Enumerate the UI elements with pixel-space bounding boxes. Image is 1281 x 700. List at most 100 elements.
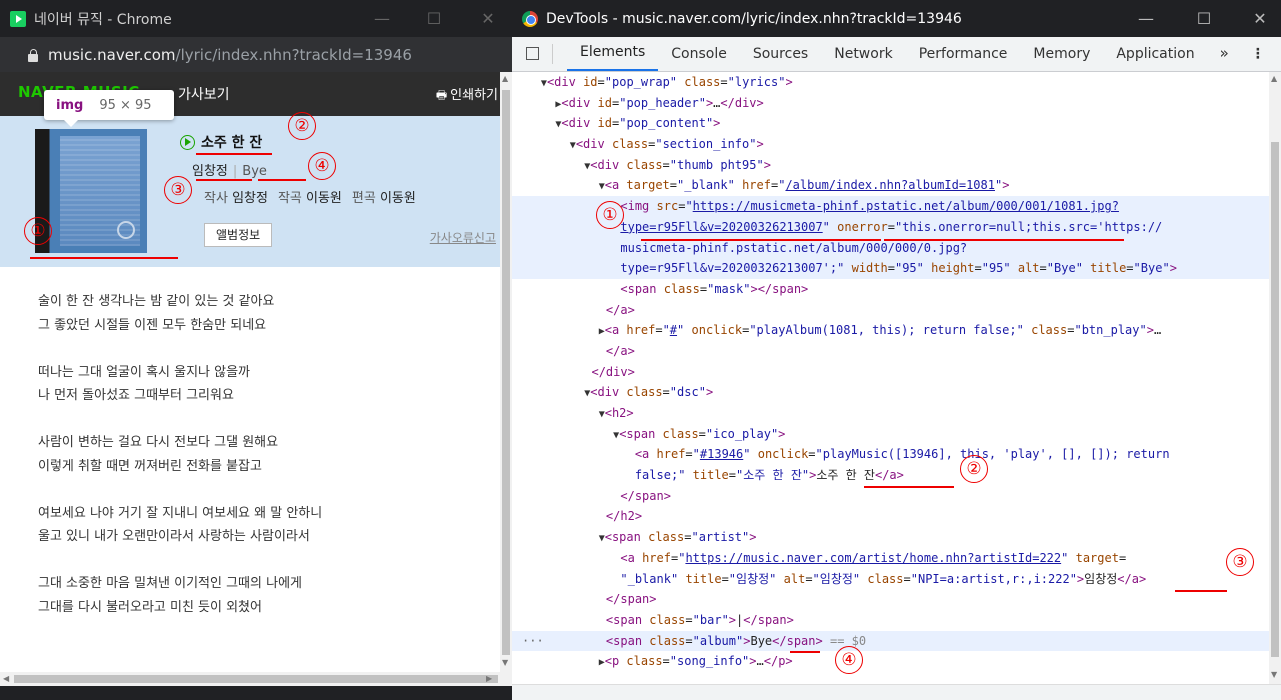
lyrics-view-title: 가사보기 bbox=[178, 87, 230, 103]
print-label: 인쇄하기 bbox=[450, 88, 498, 103]
close-icon[interactable]: ✕ bbox=[464, 0, 512, 37]
minimize-icon[interactable]: — bbox=[1122, 0, 1170, 37]
address-bar[interactable]: music.naver.com/lyric/index.nhn?trackId=… bbox=[0, 37, 512, 72]
devtools-scroll-thumb[interactable] bbox=[1271, 142, 1279, 657]
devtools-vertical-scrollbar[interactable]: ▲ ▼ bbox=[1269, 72, 1281, 684]
more-tabs-icon[interactable]: » bbox=[1208, 44, 1241, 71]
annotation-underline bbox=[1175, 590, 1227, 592]
album-thumbnail[interactable] bbox=[35, 129, 147, 253]
album-play-icon[interactable] bbox=[117, 221, 135, 239]
lyrics-line: 그대를 다시 불러오라고 미친 듯이 외쳤어 bbox=[38, 599, 262, 615]
arranger[interactable]: 이동원 bbox=[380, 191, 416, 206]
node-menu-icon[interactable]: ··· bbox=[522, 631, 544, 652]
album-info-button[interactable]: 앨범정보 bbox=[204, 223, 273, 247]
left-vertical-scrollbar[interactable]: ▲ ▼ bbox=[500, 72, 512, 672]
scroll-up-icon[interactable]: ▲ bbox=[502, 74, 508, 83]
tree-node[interactable]: ▶<a href="#" onclick="playAlbum(1081, th… bbox=[512, 320, 1269, 341]
scroll-left-icon[interactable]: ◀ bbox=[3, 674, 9, 683]
tree-node[interactable]: ▼<div class="dsc"> bbox=[512, 382, 1269, 403]
chrome-icon bbox=[522, 10, 538, 27]
devtools-window-title: DevTools - music.naver.com/lyric/index.n… bbox=[546, 10, 962, 27]
tooltip-dimensions: 95 × 95 bbox=[99, 97, 152, 113]
tree-node[interactable]: <span class="mask"></span> bbox=[512, 279, 1269, 300]
devtools-window: DevTools - music.naver.com/lyric/index.n… bbox=[512, 0, 1281, 700]
tree-node[interactable]: </h2> bbox=[512, 506, 1269, 527]
devtools-titlebar: DevTools - music.naver.com/lyric/index.n… bbox=[512, 0, 1281, 37]
song-credits: 작사 임창정 작곡 이동원 편곡 이동원 bbox=[204, 187, 426, 206]
tab-console[interactable]: Console bbox=[658, 46, 740, 71]
play-icon[interactable] bbox=[180, 134, 195, 150]
tree-node[interactable]: ▼<h2> bbox=[512, 403, 1269, 424]
composer-label: 작곡 bbox=[277, 191, 302, 206]
tree-node[interactable]: ▼<div id="pop_wrap" class="lyrics"> bbox=[512, 72, 1269, 93]
tree-node[interactable]: </div> bbox=[512, 362, 1269, 383]
lyrics-line: 술이 한 잔 생각나는 밤 같이 있는 것 같아요 bbox=[38, 294, 275, 309]
tree-node-img[interactable]: type=r95Fll&v=20200326213007" onerror="t… bbox=[512, 216, 1269, 238]
separator-bar: | bbox=[232, 164, 238, 179]
left-vertical-scroll-thumb[interactable] bbox=[502, 90, 510, 655]
annotation-marker-2: ② bbox=[960, 455, 988, 483]
tree-node[interactable]: <span class="bar">|</span> bbox=[512, 610, 1269, 631]
devtools-element-tooltip: img 95 × 95 bbox=[44, 90, 174, 127]
url-path: /lyric/index.nhn?trackId=13946 bbox=[175, 45, 412, 64]
tree-node[interactable]: </span> bbox=[512, 589, 1269, 610]
devtools-breadcrumb-bar bbox=[512, 684, 1281, 700]
lyrics-line: 사람이 변하는 걸요 다시 전보다 그댈 원해요 bbox=[38, 435, 279, 450]
tree-node[interactable]: false;" title="소주 한 잔">소주 한 잔</a> bbox=[512, 465, 1269, 486]
artist-link[interactable]: 임창정 bbox=[192, 164, 228, 179]
inspect-element-icon[interactable] bbox=[520, 36, 544, 71]
tree-node-selected[interactable]: ··· <span class="album">Bye</span> == $0 bbox=[512, 630, 1269, 652]
tree-node[interactable]: </a> bbox=[512, 300, 1269, 321]
tree-node[interactable]: ▼<a target="_blank" href="/album/index.n… bbox=[512, 175, 1269, 196]
lyrics-stanza: 술이 한 잔 생각나는 밤 같이 있는 것 같아요 그 좋았던 시절들 이젠 모두… bbox=[38, 290, 488, 337]
tree-node[interactable]: "_blank" title="임창정" alt="임창정" class="NP… bbox=[512, 569, 1269, 590]
minimize-icon[interactable]: — bbox=[358, 0, 406, 37]
composer[interactable]: 이동원 bbox=[306, 191, 342, 206]
print-button[interactable]: 🖶 인쇄하기 bbox=[436, 84, 498, 107]
tree-node[interactable]: </span> bbox=[512, 486, 1269, 507]
elements-tree: ▼<div id="pop_wrap" class="lyrics"> ▶<di… bbox=[512, 72, 1269, 684]
tab-network[interactable]: Network bbox=[821, 46, 905, 71]
annotation-marker-4: ④ bbox=[835, 646, 863, 674]
lyricist[interactable]: 임창정 bbox=[232, 191, 268, 206]
maximize-icon[interactable]: ☐ bbox=[1180, 0, 1228, 37]
tree-node[interactable]: <a href="#13946" onclick="playMusic([139… bbox=[512, 444, 1269, 465]
scroll-down-icon[interactable]: ▼ bbox=[1271, 670, 1277, 679]
url-host: music.naver.com bbox=[48, 45, 176, 64]
annotation-marker-1: ① bbox=[596, 201, 624, 229]
lock-icon bbox=[28, 48, 38, 62]
close-icon[interactable]: ✕ bbox=[1236, 0, 1281, 37]
naver-music-favicon-icon bbox=[10, 10, 26, 27]
report-lyrics-error-link[interactable]: 가사오류신고 bbox=[430, 229, 496, 246]
album-name: Bye bbox=[242, 164, 267, 179]
scroll-right-icon[interactable]: ▶ bbox=[486, 674, 492, 683]
tab-performance[interactable]: Performance bbox=[906, 46, 1021, 71]
naver-music-window: 네이버 뮤직 - Chrome — ☐ ✕ music.naver.com/ly… bbox=[0, 0, 512, 700]
tree-node[interactable]: </a> bbox=[512, 341, 1269, 362]
left-horizontal-scrollbar[interactable]: ◀ ▶ bbox=[0, 672, 512, 686]
tree-node-img[interactable]: type=r95Fll&v=20200326213007';" width="9… bbox=[512, 258, 1269, 279]
left-bottom-frame bbox=[0, 686, 512, 700]
tree-node[interactable]: ▼<span class="ico_play"> bbox=[512, 424, 1269, 445]
tab-application[interactable]: Application bbox=[1103, 46, 1207, 71]
tree-node-img[interactable]: <img src="https://musicmeta-phinf.pstati… bbox=[512, 196, 1269, 217]
tree-node[interactable]: <a href="https://music.naver.com/artist/… bbox=[512, 548, 1269, 569]
tree-node[interactable]: ▼<div id="pop_content"> bbox=[512, 113, 1269, 134]
song-title[interactable]: 소주 한 잔 bbox=[201, 132, 262, 152]
scroll-up-icon[interactable]: ▲ bbox=[1271, 74, 1277, 83]
printer-icon: 🖶 bbox=[435, 88, 448, 102]
tab-elements[interactable]: Elements bbox=[567, 44, 659, 71]
tab-sources[interactable]: Sources bbox=[740, 46, 821, 71]
scroll-down-icon[interactable]: ▼ bbox=[502, 658, 508, 667]
tree-node[interactable]: ▼<div class="section_info"> bbox=[512, 134, 1269, 155]
maximize-icon[interactable]: ☐ bbox=[410, 0, 458, 37]
tree-node[interactable]: ▶<p class="song_info">…</p> bbox=[512, 651, 1269, 672]
tree-node[interactable]: ▼<div class="thumb pht95"> bbox=[512, 155, 1269, 176]
tab-memory[interactable]: Memory bbox=[1020, 46, 1103, 71]
left-titlebar: 네이버 뮤직 - Chrome — ☐ ✕ bbox=[0, 0, 512, 37]
left-horizontal-scroll-thumb[interactable] bbox=[14, 675, 498, 683]
tree-node[interactable]: ▶<div id="pop_header">…</div> bbox=[512, 93, 1269, 114]
tree-node[interactable]: ▼<span class="artist"> bbox=[512, 527, 1269, 548]
lyrics-stanza: 사람이 변하는 걸요 다시 전보다 그댈 원해요 이렇게 취할 때면 꺼져버린 전… bbox=[38, 431, 488, 478]
devtools-menu-icon[interactable]: ⋮ bbox=[1241, 46, 1275, 71]
